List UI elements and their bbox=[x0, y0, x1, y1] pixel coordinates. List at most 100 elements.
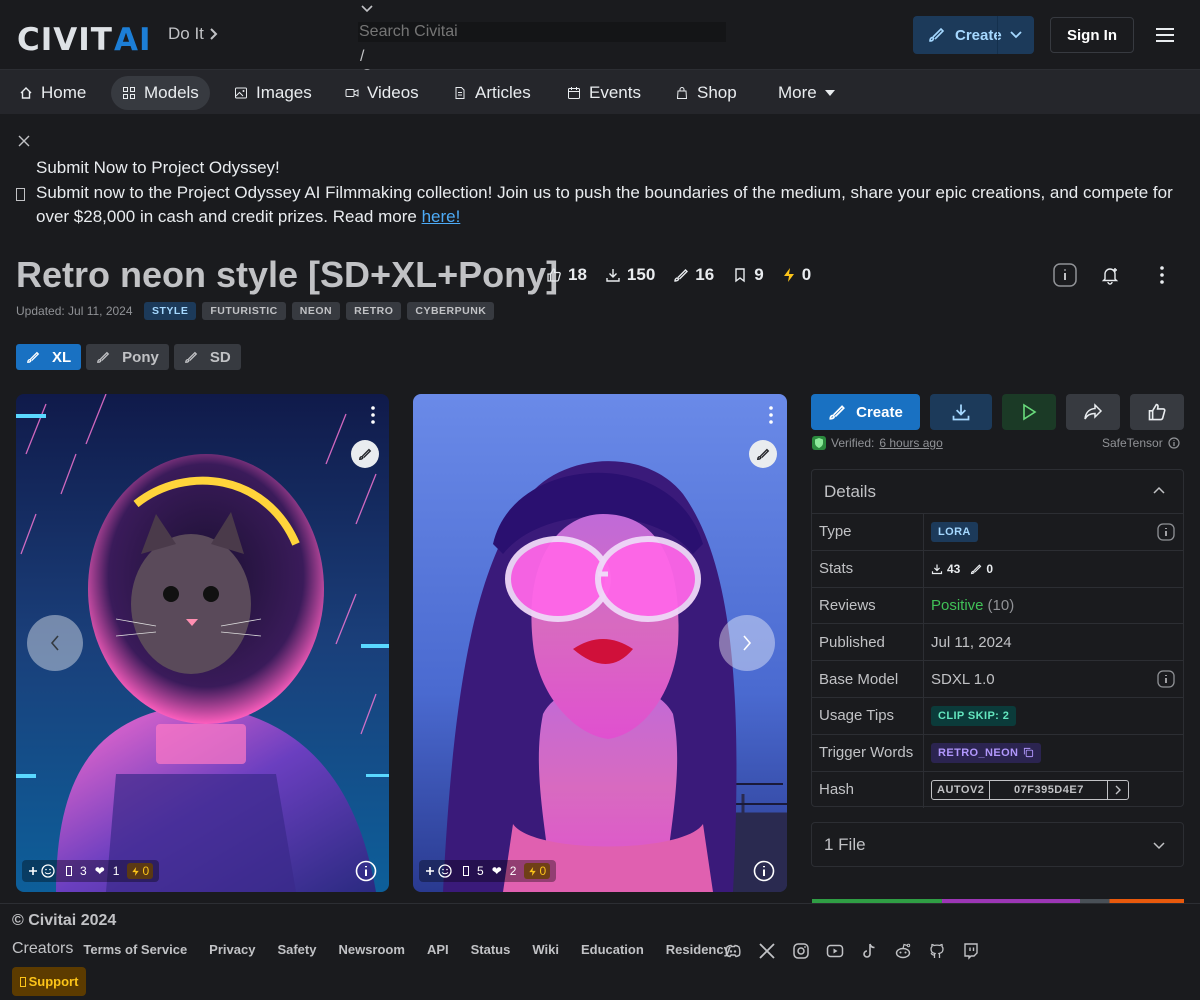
nav-images-label: Images bbox=[256, 83, 312, 102]
details-header[interactable]: Details bbox=[812, 470, 1183, 514]
detail-row-published: Published Jul 11, 2024 bbox=[812, 624, 1183, 662]
logo-text-ai: AI bbox=[113, 22, 152, 58]
tag-neon[interactable]: NEON bbox=[291, 302, 341, 320]
share-button[interactable] bbox=[1066, 394, 1120, 430]
calendar-icon bbox=[568, 87, 580, 99]
banner-link[interactable]: here! bbox=[422, 207, 461, 226]
heart-icon: ❤ bbox=[94, 864, 105, 878]
version-tab-sd[interactable]: SD bbox=[173, 344, 241, 370]
tag-futuristic[interactable]: FUTURISTIC bbox=[202, 302, 286, 320]
remix-badge[interactable] bbox=[749, 440, 777, 468]
download-button[interactable] bbox=[930, 394, 992, 430]
civitai-logo[interactable]: CIVIT AI bbox=[17, 22, 152, 58]
info-icon bbox=[1053, 263, 1077, 287]
updated-date: Updated: Jul 11, 2024 bbox=[16, 304, 133, 318]
like-button[interactable] bbox=[1130, 394, 1184, 430]
tag-style[interactable]: STYLE bbox=[144, 302, 197, 320]
footer-link-status[interactable]: Status bbox=[471, 942, 511, 957]
remix-badge[interactable] bbox=[351, 440, 379, 468]
footer-link-newsroom[interactable]: Newsroom bbox=[338, 942, 404, 957]
verified-time-link[interactable]: 6 hours ago bbox=[879, 436, 942, 450]
buzz-tip[interactable]: 0 bbox=[127, 863, 154, 879]
buzz-tip[interactable]: 0 bbox=[524, 863, 551, 879]
search-input[interactable] bbox=[358, 22, 726, 42]
thumbs-up-icon bbox=[547, 268, 561, 282]
info-button[interactable] bbox=[1048, 258, 1082, 292]
detail-label: Base Model bbox=[812, 661, 924, 697]
buzz-count: 0 bbox=[801, 265, 812, 284]
nav-models-label: Models bbox=[144, 83, 199, 102]
nav-images[interactable]: Images bbox=[223, 76, 323, 110]
detail-value: LORA bbox=[924, 514, 1183, 550]
hash-box[interactable]: AUTOV2 07F395D4E7 bbox=[931, 779, 1130, 800]
generations-mini-stat: 0 bbox=[970, 562, 993, 576]
tag-retro[interactable]: RETRO bbox=[346, 302, 402, 320]
notify-button[interactable] bbox=[1093, 258, 1127, 292]
support-button[interactable]: Support bbox=[12, 967, 86, 996]
close-icon[interactable] bbox=[18, 135, 30, 147]
trigger-word-badge[interactable]: RETRO_NEON bbox=[931, 742, 1042, 763]
dots-vertical-icon[interactable] bbox=[371, 406, 375, 424]
instagram-icon[interactable] bbox=[792, 942, 810, 960]
detail-label: Usage Tips bbox=[812, 697, 924, 734]
info-icon[interactable] bbox=[753, 860, 775, 882]
hash-next-button[interactable] bbox=[1108, 781, 1128, 799]
do-it-link[interactable]: Do It bbox=[168, 24, 218, 44]
footer-link-privacy[interactable]: Privacy bbox=[209, 942, 255, 957]
chevron-right-icon bbox=[743, 635, 752, 651]
info-icon[interactable] bbox=[355, 860, 377, 882]
generate-button[interactable]: Create bbox=[811, 394, 920, 430]
add-reaction-icon[interactable] bbox=[28, 863, 58, 879]
menu-icon[interactable] bbox=[1155, 26, 1175, 44]
footer-link-creators[interactable]: Creators bbox=[12, 940, 73, 958]
github-icon[interactable] bbox=[928, 942, 946, 960]
discord-icon[interactable] bbox=[724, 942, 742, 960]
brush-icon bbox=[184, 351, 198, 363]
sign-in-button[interactable]: Sign In bbox=[1050, 17, 1134, 53]
version-tab-pony[interactable]: Pony bbox=[86, 344, 169, 370]
carousel-next-button[interactable] bbox=[719, 615, 775, 671]
logo-text-civit: CIVIT bbox=[17, 22, 113, 58]
version-tab-xl[interactable]: XL bbox=[16, 344, 82, 370]
more-options-button[interactable] bbox=[1145, 258, 1179, 292]
nav-more[interactable]: More bbox=[767, 76, 846, 110]
footer-link-education[interactable]: Education bbox=[581, 942, 644, 957]
brush-icon bbox=[97, 351, 110, 363]
info-icon[interactable] bbox=[1168, 437, 1180, 449]
files-accordion[interactable]: 1 File bbox=[811, 822, 1184, 867]
footer-link-terms[interactable]: Terms of Service bbox=[83, 942, 187, 957]
tag-cyberpunk[interactable]: CYBERPUNK bbox=[407, 302, 495, 320]
create-button[interactable]: Create bbox=[913, 16, 1034, 54]
nav-models[interactable]: Models bbox=[111, 76, 210, 110]
youtube-icon[interactable] bbox=[826, 942, 844, 960]
carousel-prev-button[interactable] bbox=[27, 615, 83, 671]
tiktok-icon[interactable] bbox=[860, 942, 878, 960]
reddit-icon[interactable] bbox=[894, 942, 912, 960]
add-reaction-icon[interactable] bbox=[425, 863, 455, 879]
brush-icon bbox=[674, 269, 689, 282]
generations-stat: 16 bbox=[673, 265, 714, 285]
footer-link-wiki[interactable]: Wiki bbox=[532, 942, 559, 957]
detail-value[interactable]: Positive (10) bbox=[924, 588, 1183, 624]
twitch-icon[interactable] bbox=[962, 942, 980, 960]
chevron-down-icon[interactable] bbox=[1008, 27, 1024, 43]
dots-vertical-icon[interactable] bbox=[769, 406, 773, 424]
footer-link-api[interactable]: API bbox=[427, 942, 449, 957]
run-button[interactable] bbox=[1002, 394, 1056, 430]
nav-articles-label: Articles bbox=[475, 83, 531, 102]
nav-shop[interactable]: Shop bbox=[664, 76, 748, 110]
x-twitter-icon[interactable] bbox=[758, 942, 776, 960]
chevron-down-icon[interactable] bbox=[360, 4, 374, 14]
nav-articles[interactable]: Articles bbox=[442, 76, 542, 110]
footer-link-residency[interactable]: Residency bbox=[666, 942, 731, 957]
chevron-right-icon bbox=[1115, 785, 1122, 795]
nav-home[interactable]: Home bbox=[8, 76, 97, 110]
main-nav: Home Models Images Videos Articles Event… bbox=[0, 70, 1200, 114]
info-icon[interactable] bbox=[1157, 670, 1175, 688]
nav-events[interactable]: Events bbox=[556, 76, 652, 110]
info-icon[interactable] bbox=[1157, 523, 1175, 541]
footer-link-safety[interactable]: Safety bbox=[277, 942, 316, 957]
nav-videos[interactable]: Videos bbox=[334, 76, 430, 110]
detail-value: CLIP SKIP: 2 bbox=[924, 698, 1183, 734]
footer-links: Creators Terms of Service Privacy Safety… bbox=[12, 940, 731, 958]
